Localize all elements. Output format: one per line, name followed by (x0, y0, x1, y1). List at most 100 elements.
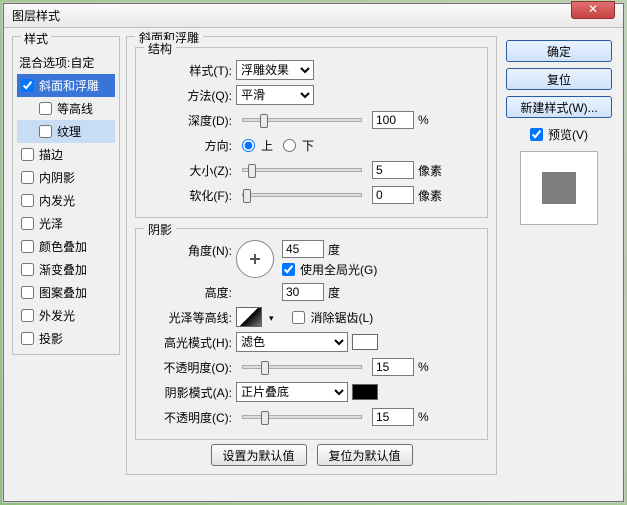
hilite-color-swatch[interactable] (352, 334, 378, 350)
shadow-mode-label: 阴影模式(A): (144, 384, 232, 401)
hilite-mode-select[interactable]: 滤色 (236, 332, 348, 352)
layer-style-dialog: 图层样式 ✕ 样式 混合选项:自定斜面和浮雕等高线纹理描边内阴影内发光光泽颜色叠… (3, 3, 624, 502)
style-select[interactable]: 浮雕效果 (236, 60, 314, 80)
shadow-op-input[interactable] (372, 408, 414, 426)
style-item-checkbox-1[interactable] (39, 102, 52, 115)
dir-up-radio[interactable] (242, 139, 255, 152)
preview-swatch (542, 172, 576, 204)
depth-label: 深度(D): (144, 112, 232, 129)
style-item-checkbox-2[interactable] (39, 125, 52, 138)
style-item-2[interactable]: 纹理 (17, 120, 115, 143)
style-item-label-6: 光泽 (39, 215, 63, 232)
style-item-label-5: 内发光 (39, 192, 75, 209)
style-item-label-1: 等高线 (57, 100, 93, 117)
style-item-1[interactable]: 等高线 (17, 97, 115, 120)
angle-label: 角度(N): (144, 240, 232, 259)
style-item-7[interactable]: 颜色叠加 (17, 235, 115, 258)
settings-panel: 斜面和浮雕 结构 样式(T): 浮雕效果 方法(Q): 平滑 深度(D): (126, 36, 497, 493)
soft-unit: 像素 (418, 187, 446, 204)
style-item-10[interactable]: 外发光 (17, 304, 115, 327)
style-item-label-4: 内阴影 (39, 169, 75, 186)
style-item-label-2: 纹理 (57, 123, 81, 140)
shadow-op-slider[interactable] (242, 415, 362, 419)
angle-dial[interactable] (236, 240, 274, 278)
style-item-checkbox-0[interactable] (21, 79, 34, 92)
close-button[interactable]: ✕ (571, 1, 615, 19)
style-item-6[interactable]: 光泽 (17, 212, 115, 235)
angle-unit: 度 (328, 241, 340, 258)
altitude-unit: 度 (328, 284, 340, 301)
window-title: 图层样式 (12, 7, 60, 24)
gloss-label: 光泽等高线: (144, 309, 232, 326)
size-input[interactable] (372, 161, 414, 179)
blend-options-item[interactable]: 混合选项:自定 (17, 51, 115, 74)
ok-button[interactable]: 确定 (506, 40, 612, 62)
global-light-checkbox[interactable] (282, 263, 295, 276)
style-item-label-0: 斜面和浮雕 (39, 77, 99, 94)
make-default-button[interactable]: 设置为默认值 (211, 444, 307, 466)
style-item-4[interactable]: 内阴影 (17, 166, 115, 189)
style-item-checkbox-11[interactable] (21, 332, 34, 345)
depth-input[interactable] (372, 111, 414, 129)
reset-default-button[interactable]: 复位为默认值 (317, 444, 413, 466)
altitude-label: 高度: (144, 284, 232, 301)
gloss-dropdown-icon[interactable] (266, 310, 274, 324)
method-label: 方法(Q): (144, 87, 232, 104)
soft-label: 软化(F): (144, 187, 232, 204)
style-item-checkbox-6[interactable] (21, 217, 34, 230)
style-item-3[interactable]: 描边 (17, 143, 115, 166)
method-select[interactable]: 平滑 (236, 85, 314, 105)
style-item-checkbox-7[interactable] (21, 240, 34, 253)
style-item-0[interactable]: 斜面和浮雕 (17, 74, 115, 97)
depth-slider[interactable] (242, 118, 362, 122)
shading-legend: 阴影 (144, 221, 176, 238)
styles-panel: 样式 混合选项:自定斜面和浮雕等高线纹理描边内阴影内发光光泽颜色叠加渐变叠加图案… (12, 36, 120, 493)
shadow-op-label: 不透明度(C): (144, 409, 232, 426)
new-style-button[interactable]: 新建样式(W)... (506, 96, 612, 118)
style-item-checkbox-4[interactable] (21, 171, 34, 184)
style-item-checkbox-8[interactable] (21, 263, 34, 276)
shadow-op-unit: % (418, 410, 446, 424)
preview-checkbox[interactable] (530, 128, 543, 141)
style-item-5[interactable]: 内发光 (17, 189, 115, 212)
style-item-checkbox-3[interactable] (21, 148, 34, 161)
shadow-color-swatch[interactable] (352, 384, 378, 400)
preview-box (520, 151, 598, 225)
soft-slider[interactable] (242, 193, 362, 197)
gloss-contour-picker[interactable] (236, 307, 262, 327)
soft-input[interactable] (372, 186, 414, 204)
style-item-label-10: 外发光 (39, 307, 75, 324)
dir-down-radio[interactable] (283, 139, 296, 152)
hilite-op-label: 不透明度(O): (144, 359, 232, 376)
direction-label: 方向: (144, 137, 232, 154)
style-item-9[interactable]: 图案叠加 (17, 281, 115, 304)
angle-input[interactable] (282, 240, 324, 258)
style-item-label-8: 渐变叠加 (39, 261, 87, 278)
action-panel: 确定 复位 新建样式(W)... 预览(V) (503, 36, 615, 493)
style-item-label-9: 图案叠加 (39, 284, 87, 301)
hilite-op-input[interactable] (372, 358, 414, 376)
size-slider[interactable] (242, 168, 362, 172)
style-item-checkbox-5[interactable] (21, 194, 34, 207)
style-item-8[interactable]: 渐变叠加 (17, 258, 115, 281)
bevel-group: 斜面和浮雕 结构 样式(T): 浮雕效果 方法(Q): 平滑 深度(D): (126, 36, 497, 475)
titlebar: 图层样式 ✕ (4, 4, 623, 28)
style-item-11[interactable]: 投影 (17, 327, 115, 350)
style-label: 样式(T): (144, 62, 232, 79)
style-item-checkbox-9[interactable] (21, 286, 34, 299)
antialias-checkbox[interactable] (292, 311, 305, 324)
altitude-input[interactable] (282, 283, 324, 301)
structure-legend: 结构 (144, 40, 176, 57)
hilite-op-slider[interactable] (242, 365, 362, 369)
size-label: 大小(Z): (144, 162, 232, 179)
structure-group: 结构 样式(T): 浮雕效果 方法(Q): 平滑 深度(D): % (135, 47, 488, 218)
style-item-checkbox-10[interactable] (21, 309, 34, 322)
cancel-button[interactable]: 复位 (506, 68, 612, 90)
preview-label: 预览(V) (548, 126, 588, 143)
style-item-label-3: 描边 (39, 146, 63, 163)
style-item-label-11: 投影 (39, 330, 63, 347)
size-unit: 像素 (418, 162, 446, 179)
styles-header: 样式 (21, 30, 51, 47)
style-item-label-7: 颜色叠加 (39, 238, 87, 255)
shadow-mode-select[interactable]: 正片叠底 (236, 382, 348, 402)
